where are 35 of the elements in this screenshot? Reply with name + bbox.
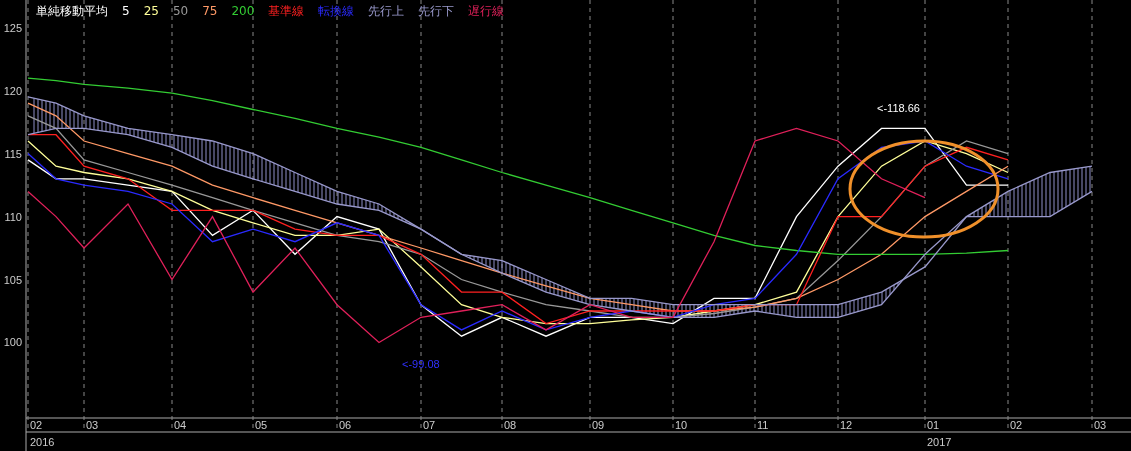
- x-tick-label: 07: [423, 419, 436, 431]
- y-tick-label: 125: [3, 21, 22, 34]
- legend-item: 遅行線: [468, 3, 505, 20]
- legend-item: 転換線: [318, 3, 355, 20]
- x-tick-label: 01: [927, 419, 940, 431]
- year-label: 2017: [927, 436, 952, 448]
- legend-title: 単純移動平均: [36, 3, 108, 20]
- x-tick-label: 08: [504, 419, 517, 431]
- x-tick-label: 03: [1094, 419, 1107, 431]
- x-tick-label: 03: [86, 419, 99, 431]
- x-tick-label: 09: [592, 419, 605, 431]
- y-tick-label: 105: [3, 273, 22, 286]
- x-tick-label: 06: [339, 419, 352, 431]
- legend-item: 75: [202, 4, 218, 18]
- legend-item: 25: [143, 4, 159, 18]
- y-tick-label: 115: [4, 147, 22, 160]
- legend-item: 基準線: [268, 3, 305, 20]
- value-pointer-label: <-118.66: [877, 101, 920, 114]
- x-tick-label: 02: [1010, 419, 1023, 431]
- y-tick-label: 120: [3, 84, 22, 97]
- x-tick-label: 02: [30, 419, 43, 431]
- year-label: 2016: [30, 436, 55, 448]
- value-pointer-label: <-99.08: [402, 358, 440, 371]
- x-tick-label: 05: [255, 419, 268, 431]
- legend-item: 50: [172, 4, 189, 18]
- x-tick-label: 12: [840, 419, 853, 431]
- legend-item: 5: [122, 4, 130, 18]
- y-tick-label: 110: [4, 210, 22, 223]
- x-tick-label: 11: [757, 419, 769, 431]
- legend-item: 先行上: [368, 3, 405, 20]
- legend-item: 先行下: [418, 3, 455, 20]
- x-tick-label: 04: [174, 419, 187, 431]
- legend-item: 200: [231, 4, 255, 18]
- y-tick-label: 100: [3, 336, 22, 349]
- x-tick-label: 10: [675, 419, 688, 431]
